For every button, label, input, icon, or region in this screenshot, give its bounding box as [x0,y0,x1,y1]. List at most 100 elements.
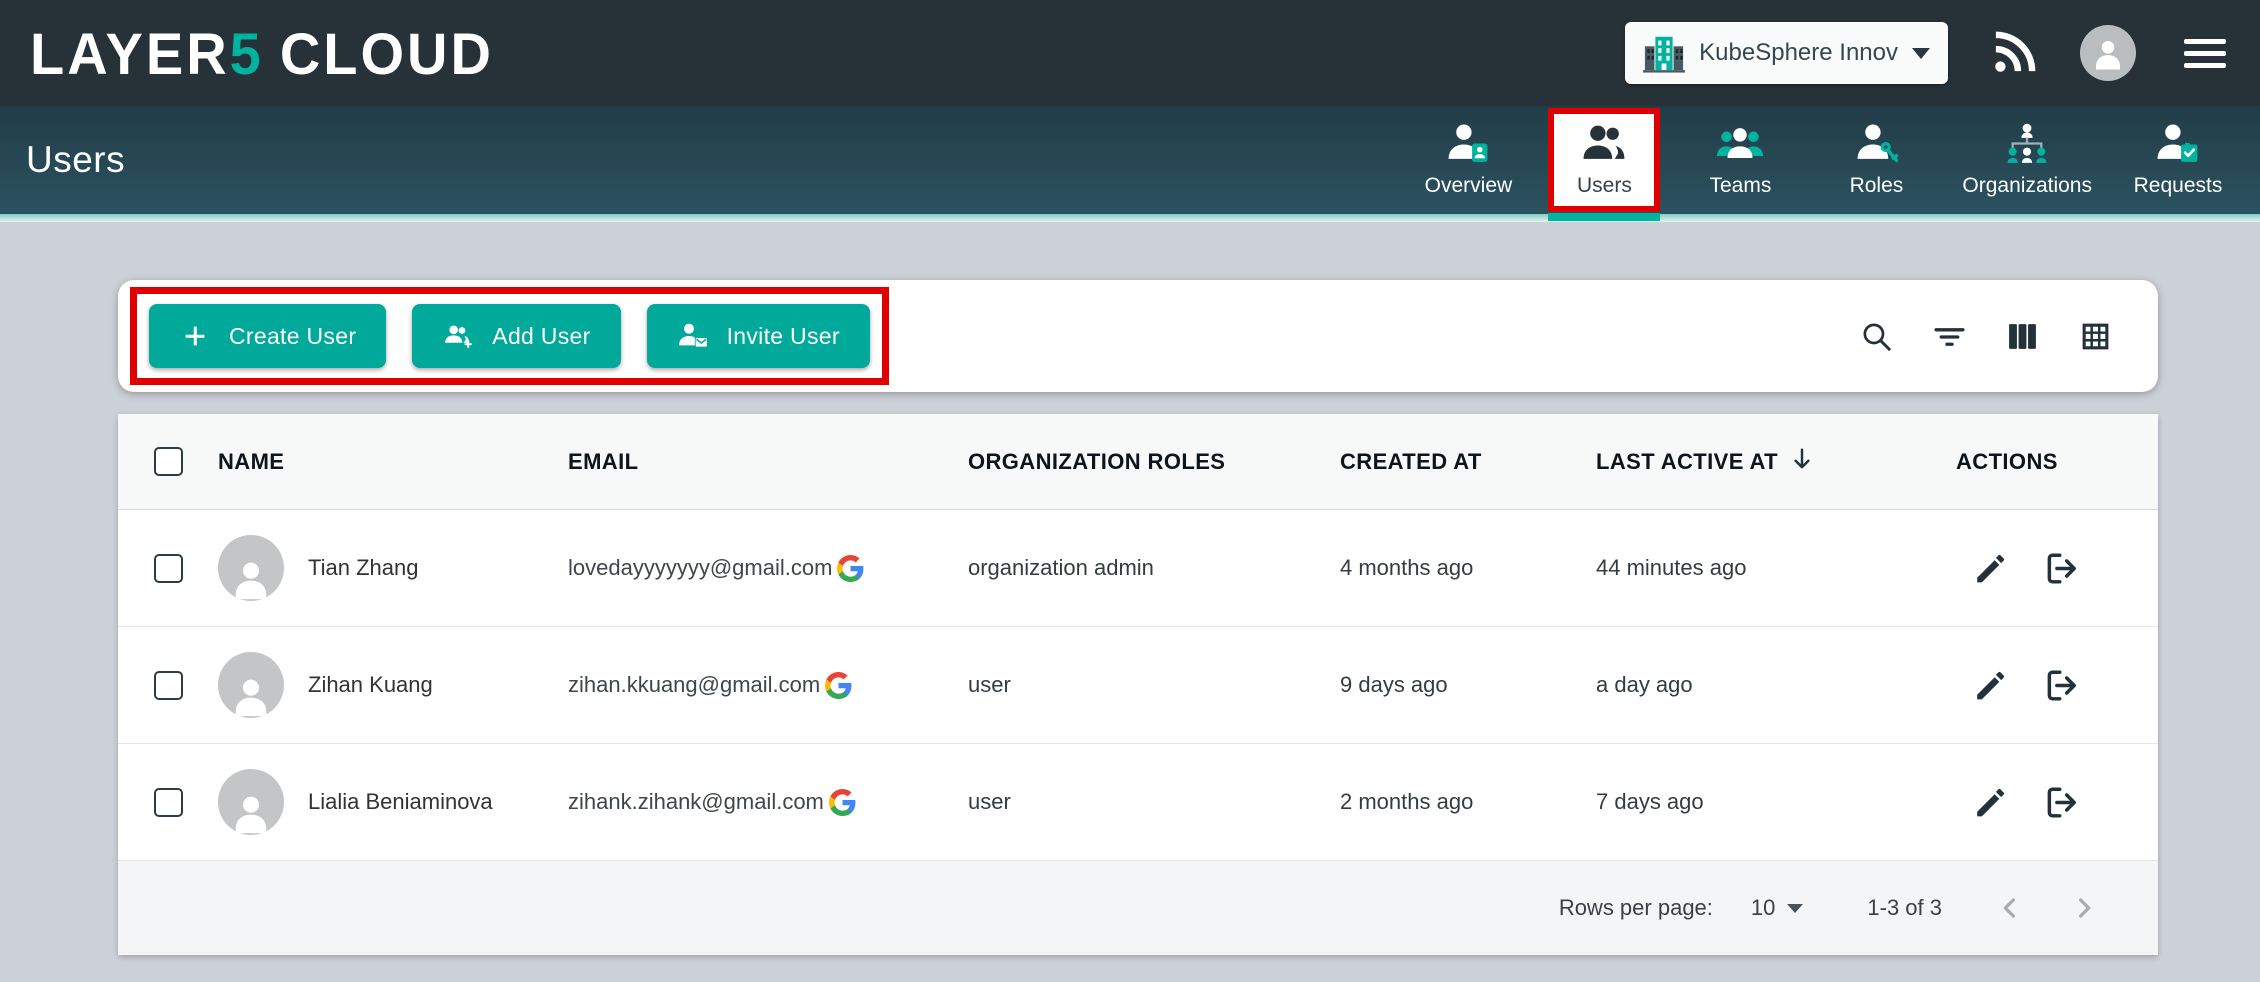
notifications-feed-button[interactable] [1992,31,2036,75]
edit-pencil-icon[interactable] [1972,667,2009,704]
row-checkbox[interactable] [154,554,183,583]
rows-per-page-select[interactable]: 10 [1751,895,1803,921]
plus-icon [179,321,211,351]
main-content: Create User Add User Invite User [0,222,2260,982]
pagination-range: 1-3 of 3 [1867,895,1942,921]
person-mail-icon [677,321,709,351]
rss-icon [1992,31,2036,75]
organization-selector[interactable]: KubeSphere Innov [1625,22,1948,84]
logo-cloud-text: CLOUD [280,19,494,87]
top-app-bar: LAYER5CLOUD KubeSphere Innov [0,0,2260,106]
tab-label: Teams [1709,174,1771,198]
column-header-name[interactable]: NAME [218,449,568,475]
sort-desc-arrow-icon [1788,445,1816,479]
user-created-at: 4 months ago [1340,555,1596,581]
user-name: Tian Zhang [308,555,418,581]
tab-label: Organizations [1962,174,2092,198]
table-header-row: NAME EMAIL ORGANIZATION ROLES CREATED AT… [118,414,2158,510]
user-org-roles: user [968,672,1340,698]
search-button[interactable] [1860,320,1893,353]
table-row: Zihan Kuang zihan.kkuang@gmail.com user … [118,627,2158,744]
topbar-actions: KubeSphere Innov [1625,22,2230,84]
columns-view-icon [2006,320,2039,353]
google-icon [825,672,852,699]
column-header-email[interactable]: EMAIL [568,449,968,475]
search-icon [1860,320,1893,353]
user-email: zihan.kkuang@gmail.com [568,672,820,698]
remove-user-exit-icon[interactable] [2043,784,2080,821]
building-icon [1643,32,1685,74]
rows-per-page-label: Rows per page: [1559,895,1713,921]
section-navbar: Users Overview Users Teams Roles Organiz… [0,106,2260,214]
table-view-controls [1860,320,2112,353]
chevron-down-icon [1912,48,1930,59]
users-group-icon [1579,122,1629,167]
tab-organizations[interactable]: Organizations [1956,116,2098,204]
avatar [218,535,284,601]
select-all-checkbox[interactable] [154,447,183,476]
remove-user-exit-icon[interactable] [2043,550,2080,587]
user-org-roles: organization admin [968,555,1340,581]
filter-icon [1933,320,1966,353]
tab-requests[interactable]: Requests [2122,116,2234,204]
tab-label: Overview [1425,174,1513,198]
invite-user-button[interactable]: Invite User [647,304,870,368]
menu-icon [2184,39,2226,44]
organization-selector-label: KubeSphere Innov [1699,39,1898,67]
user-created-at: 2 months ago [1340,789,1596,815]
pager-controls [1994,892,2100,924]
logo-five-text: 5 [230,19,264,87]
create-user-button[interactable]: Create User [149,304,386,368]
chevron-down-icon [1787,904,1803,913]
users-table: NAME EMAIL ORGANIZATION ROLES CREATED AT… [118,414,2158,955]
add-user-button[interactable]: Add User [412,304,620,368]
tab-users[interactable]: Users [1548,108,1660,212]
tab-label: Roles [1850,174,1904,198]
edit-pencil-icon[interactable] [1972,550,2009,587]
page-title: Users [26,139,125,181]
user-created-at: 9 days ago [1340,672,1596,698]
filter-button[interactable] [1933,320,1966,353]
teams-icon [1715,122,1765,167]
column-header-last-active-at[interactable]: LAST ACTIVE AT [1596,445,1956,479]
group-add-icon [442,321,474,351]
user-last-active-at: a day ago [1596,672,1956,698]
row-checkbox[interactable] [154,788,183,817]
columns-view-button[interactable] [2006,320,2039,353]
avatar [218,769,284,835]
grid-view-button[interactable] [2079,320,2112,353]
edit-pencil-icon[interactable] [1972,784,2009,821]
menu-button[interactable] [2180,35,2230,72]
tab-label: Requests [2134,174,2223,198]
navbar-separator [0,214,2260,222]
row-checkbox[interactable] [154,671,183,700]
person-key-icon [1851,122,1901,167]
table-pagination: Rows per page: 10 1-3 of 3 [118,861,2158,955]
column-header-created-at[interactable]: CREATED AT [1340,449,1596,475]
google-icon [837,555,864,582]
table-row: Lialia Beniaminova zihank.zihank@gmail.c… [118,744,2158,861]
person-icon [228,555,274,601]
tab-teams[interactable]: Teams [1684,116,1796,204]
user-last-active-at: 7 days ago [1596,789,1956,815]
user-email: zihank.zihank@gmail.com [568,789,824,815]
tab-bar: Overview Users Teams Roles Organizations… [1412,106,2234,214]
table-row: Tian Zhang lovedayyyyyyy@gmail.com organ… [118,510,2158,627]
user-email: lovedayyyyyyy@gmail.com [568,555,832,581]
next-page-chevron-icon[interactable] [2068,892,2100,924]
tab-roles[interactable]: Roles [1820,116,1932,204]
users-toolbar: Create User Add User Invite User [118,280,2158,392]
layer5-cloud-logo[interactable]: LAYER5CLOUD [30,19,494,87]
previous-page-chevron-icon[interactable] [1994,892,2026,924]
column-header-actions: ACTIONS [1956,449,2158,475]
user-name: Zihan Kuang [308,672,433,698]
person-icon [228,672,274,718]
user-last-active-at: 44 minutes ago [1596,555,1956,581]
column-header-organization-roles[interactable]: ORGANIZATION ROLES [968,449,1340,475]
person-clipboard-icon [2153,122,2203,167]
user-avatar-button[interactable] [2080,25,2136,81]
google-icon [829,789,856,816]
remove-user-exit-icon[interactable] [2043,667,2080,704]
tab-overview[interactable]: Overview [1412,116,1524,204]
avatar [218,652,284,718]
